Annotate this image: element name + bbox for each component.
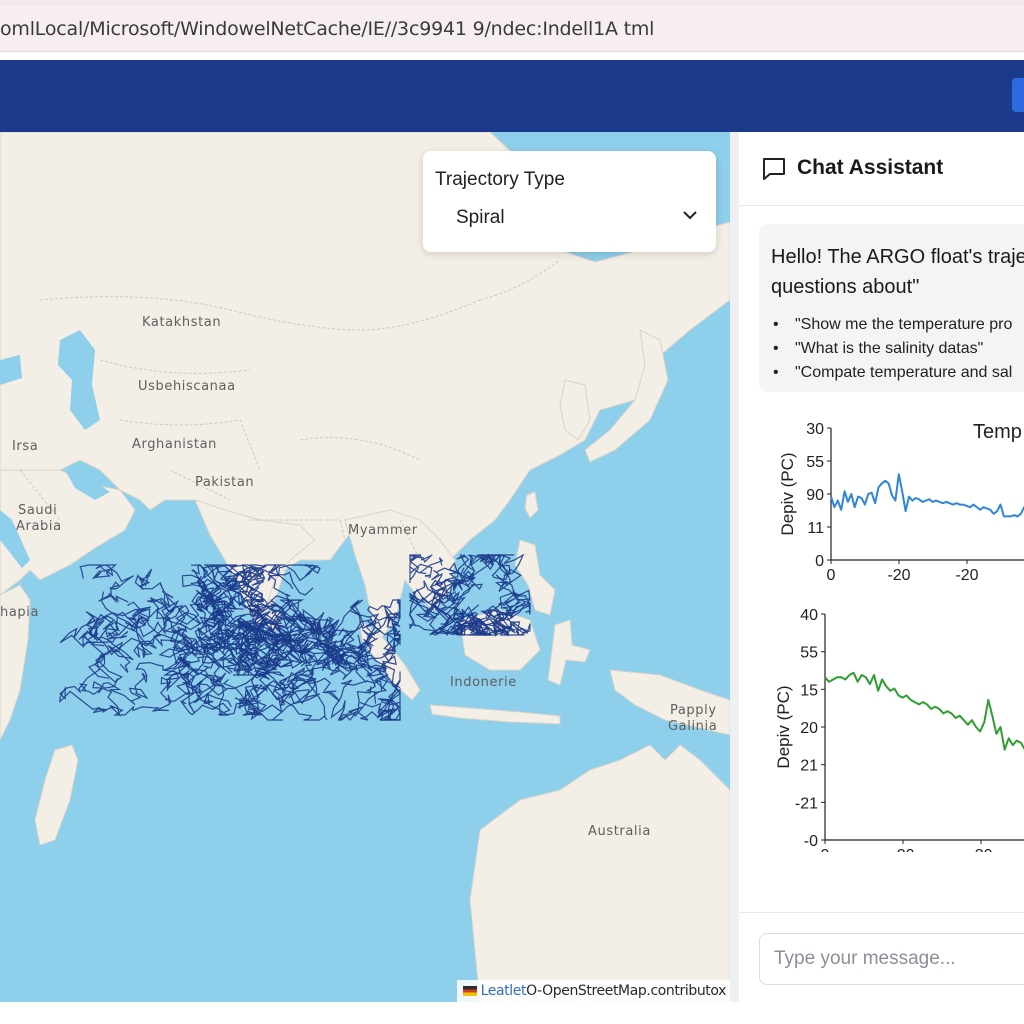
chat-input-area xyxy=(739,912,1024,1002)
assistant-message: Hello! The ARGO float's trajec questions… xyxy=(759,224,1024,392)
x-tick-label: -20 xyxy=(891,847,914,852)
greeting-line-2: questions about" xyxy=(771,276,920,298)
app-header xyxy=(0,60,1024,132)
temperature-chart: 30 55 90 11 0 0 -20 -20 Depiv (PC) Temp xyxy=(739,412,1024,582)
land-sulawesi xyxy=(547,619,591,686)
y-tick-label: 11 xyxy=(807,520,824,537)
toolbar-gap xyxy=(0,52,1024,60)
y-axis-label: Depiv (PC) xyxy=(778,452,797,535)
y-axis-label: Depiv (PC) xyxy=(774,685,793,768)
map-label-uzbekistan: Usbehiscanaa xyxy=(138,379,236,394)
map-label-iran: Irsa xyxy=(12,439,38,454)
temperature-chart-svg: 30 55 90 11 00 -20 -20 Depiv (PC) Temp xyxy=(778,421,1024,582)
map-attribution[interactable]: LeatletO-OpenStreetMap.contributox xyxy=(456,980,730,1002)
trajectory-type-control[interactable]: Trajectory Type Spiral xyxy=(423,151,716,252)
x-tick-label: 0 xyxy=(827,567,836,582)
series-line xyxy=(830,473,1024,518)
map-label-guinea: Galinia xyxy=(668,719,717,734)
land-australia xyxy=(469,744,730,1002)
map-label-ethiopia: hapia xyxy=(0,605,39,620)
land-taiwan xyxy=(524,491,539,519)
address-bar[interactable]: omlLocal/Microsoft/WindowelNetCache/IE//… xyxy=(0,6,1024,52)
chat-panel: Chat Assistant Hello! The ARGO float's t… xyxy=(739,132,1024,1002)
osm-attribution-link[interactable]: O-OpenStreetMap.contributox xyxy=(526,983,726,999)
y-tick-label: 20 xyxy=(800,720,818,737)
trajectory-type-label: Trajectory Type xyxy=(435,169,565,190)
map-label-kazakhstan: Katakhstan xyxy=(142,315,221,330)
x-tick-label: 0 xyxy=(821,847,830,852)
trajectory-path xyxy=(79,564,134,603)
bottom-strip xyxy=(0,1002,1024,1024)
greeting-line-1: Hello! The ARGO float's trajec xyxy=(771,246,1024,268)
ukraine-flag-icon xyxy=(462,986,477,996)
y-tick-label: 0 xyxy=(815,553,824,570)
salinity-chart-svg: 40 55 15 20 21 -21 -00 -20 -30 Depiv (PC) xyxy=(774,607,1024,852)
land-philippines xyxy=(514,539,556,616)
salinity-chart: 40 55 15 20 21 -21 -00 -20 -30 Depiv (PC) xyxy=(739,602,1024,852)
chart-title: Temp xyxy=(973,421,1022,443)
y-tick-label: 90 xyxy=(806,487,824,504)
y-tick-label: 30 xyxy=(806,421,824,438)
map-label-papua: Papply xyxy=(670,703,717,718)
float-trajectory[interactable] xyxy=(59,553,531,721)
map-view[interactable]: Katakhstan Usbehiscanaa Irsa Arghanistan… xyxy=(0,132,730,1002)
address-bar-url[interactable]: omlLocal/Microsoft/WindowelNetCache/IE//… xyxy=(0,18,654,40)
y-tick-label: 55 xyxy=(800,645,818,662)
chat-title: Chat Assistant xyxy=(797,156,944,179)
y-tick-label: 15 xyxy=(800,682,818,699)
y-tick-label: -21 xyxy=(795,795,818,812)
y-tick-label: 40 xyxy=(800,607,818,624)
series-line xyxy=(824,671,1024,751)
x-tick-label: -20 xyxy=(955,567,978,582)
x-tick-label: -20 xyxy=(887,567,910,582)
trajectory-type-select[interactable]: Spiral xyxy=(456,207,505,229)
map-label-indonesia: Indonerie xyxy=(450,675,517,690)
map-label-arabia: Arabia xyxy=(16,519,62,534)
header-action-button[interactable] xyxy=(1012,78,1024,112)
land-madagascar xyxy=(34,744,79,846)
chat-bubble-icon xyxy=(763,158,785,180)
map-label-australia: Australia xyxy=(588,824,651,839)
chevron-down-icon[interactable] xyxy=(682,207,698,223)
map-label-myanmar: Myammer xyxy=(348,523,418,538)
chat-header: Chat Assistant xyxy=(739,132,1024,206)
y-tick-label: -0 xyxy=(804,833,818,850)
app-window: omlLocal/Microsoft/WindowelNetCache/IE//… xyxy=(0,0,1024,1024)
leaflet-link[interactable]: Leatlet xyxy=(481,983,527,999)
x-tick-label: -30 xyxy=(969,847,992,852)
map-label-afghanistan: Arghanistan xyxy=(132,437,217,452)
assistant-message-text: Hello! The ARGO float's trajec questions… xyxy=(771,242,1024,302)
map-label-saudi: Saudi xyxy=(18,503,57,518)
panel-divider[interactable] xyxy=(730,132,739,1002)
message-input[interactable] xyxy=(759,933,1024,985)
map-label-pakistan: Pakistan xyxy=(195,475,254,490)
trajectory-path xyxy=(126,594,202,638)
y-tick-label: 55 xyxy=(806,454,824,471)
map-canvas[interactable]: Katakhstan Usbehiscanaa Irsa Arghanistan… xyxy=(0,132,730,1002)
y-tick-label: 21 xyxy=(800,758,818,775)
